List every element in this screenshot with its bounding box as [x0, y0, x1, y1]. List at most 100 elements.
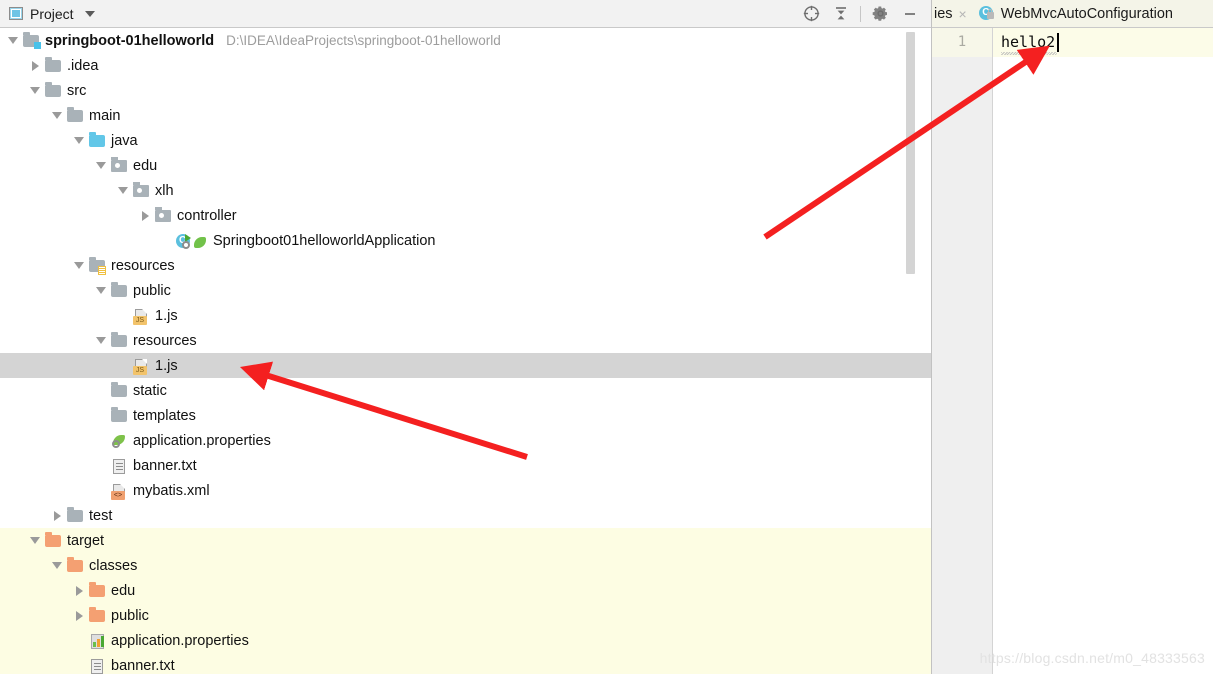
tree-row[interactable]: test [0, 503, 931, 528]
twisty-collapsed-icon[interactable] [136, 203, 154, 228]
settings-gear-icon[interactable] [865, 0, 895, 27]
tree-row[interactable]: templates [0, 403, 931, 428]
tree-row-label: application.properties [111, 632, 249, 649]
js-file-icon: JS [132, 307, 150, 325]
tree-row[interactable]: target [0, 528, 931, 553]
tree-row[interactable]: edu [0, 578, 931, 603]
tree-row-content: target [0, 528, 108, 553]
tree-row[interactable]: springboot-01helloworld D:\IDEA\IdeaProje… [0, 28, 931, 53]
tree-row[interactable]: java [0, 128, 931, 153]
editor-tab-partial-label: ies [934, 5, 953, 22]
tree-row-label: .idea [67, 57, 99, 74]
tree-row-content: edu [0, 153, 161, 178]
tree-row[interactable]: resources [0, 328, 931, 353]
tree-row[interactable]: public [0, 603, 931, 628]
tree-row-content: JS 1.js [0, 303, 182, 328]
tree-row[interactable]: public [0, 278, 931, 303]
spring-properties-icon [110, 432, 128, 450]
tree-row[interactable]: banner.txt [0, 653, 931, 674]
collapse-all-icon[interactable] [826, 0, 856, 27]
tree-row[interactable]: JS 1.js [0, 353, 931, 378]
project-tree[interactable]: springboot-01helloworld D:\IDEA\IdeaProje… [0, 28, 931, 674]
excluded-folder-icon [88, 581, 106, 600]
tree-row-content: application.properties [0, 628, 253, 653]
excluded-folder-icon [44, 531, 62, 550]
twisty-expanded-icon[interactable] [70, 253, 88, 278]
tree-row-label: main [89, 107, 121, 124]
tree-row[interactable]: application.properties [0, 628, 931, 653]
tree-row-content: springboot-01helloworld D:\IDEA\IdeaProje… [0, 28, 501, 53]
tree-row-label: 1.js [155, 307, 178, 324]
tree-row[interactable]: application.properties [0, 428, 931, 453]
idea-window: Project springboot-01helloworld D:\IDEA\… [0, 0, 1213, 674]
twisty-expanded-icon[interactable] [92, 153, 110, 178]
close-icon[interactable]: × [959, 7, 967, 21]
excluded-folder-icon [88, 606, 106, 625]
line-number-1: 1 [932, 28, 992, 57]
twisty-collapsed-icon[interactable] [70, 578, 88, 603]
chevron-down-icon[interactable] [84, 10, 95, 17]
tree-row-content: JS 1.js [0, 353, 182, 378]
java-class-readonly-icon: C [978, 5, 995, 22]
twisty-expanded-icon[interactable] [114, 178, 132, 203]
folder-icon [110, 381, 128, 400]
tree-row[interactable]: controller [0, 203, 931, 228]
tree-row-label: xlh [155, 182, 174, 199]
tree-row-content: resources [0, 328, 201, 353]
twisty-collapsed-icon[interactable] [70, 603, 88, 628]
text-file-icon [88, 657, 106, 674]
tree-row-path-hint: D:\IDEA\IdeaProjects\springboot-01hellow… [226, 33, 501, 48]
module-folder-icon [22, 31, 41, 50]
twisty-expanded-icon[interactable] [92, 328, 110, 353]
folder-icon [44, 56, 62, 75]
tree-row-label: target [67, 532, 105, 549]
twisty-expanded-icon[interactable] [26, 78, 44, 103]
select-opened-file-icon[interactable] [796, 0, 826, 27]
tree-row[interactable]: resources [0, 253, 931, 278]
folder-icon [110, 281, 128, 300]
tree-row[interactable]: banner.txt [0, 453, 931, 478]
twisty-expanded-icon[interactable] [48, 553, 66, 578]
tree-row[interactable]: static [0, 378, 931, 403]
hide-panel-icon[interactable] [895, 0, 925, 27]
tree-row[interactable]: xlh [0, 178, 931, 203]
js-file-icon: JS [132, 357, 150, 375]
editor-tab-webmvcautoconfiguration[interactable]: C WebMvcAutoConfiguration [973, 0, 1179, 27]
tree-row[interactable]: JS 1.js [0, 303, 931, 328]
twisty-expanded-icon[interactable] [48, 103, 66, 128]
project-panel-header: Project [0, 0, 931, 28]
tree-row-label: resources [133, 332, 197, 349]
tree-row[interactable]: C Springboot01helloworldApplication [0, 228, 931, 253]
tree-row[interactable]: .idea [0, 53, 931, 78]
twisty-expanded-icon[interactable] [92, 278, 110, 303]
twisty-expanded-icon[interactable] [26, 528, 44, 553]
editor-code-line[interactable]: hello2 [993, 28, 1213, 57]
project-panel-label: Project [30, 5, 74, 22]
editor-tab-partial[interactable]: ies × [932, 0, 973, 27]
twisty-expanded-icon[interactable] [70, 128, 88, 153]
tree-row[interactable]: edu [0, 153, 931, 178]
twisty-collapsed-icon[interactable] [48, 503, 66, 528]
tree-row-content: banner.txt [0, 453, 201, 478]
toolbar-separator [860, 5, 861, 22]
tree-row-content: xlh [0, 178, 178, 203]
editor-gutter[interactable] [932, 28, 993, 674]
editor-area: ies × C WebMvcAutoConfiguration 1 hello2… [932, 0, 1213, 674]
tree-scrollbar-track[interactable] [906, 28, 923, 674]
twisty-expanded-icon[interactable] [4, 28, 22, 53]
tree-row[interactable]: main [0, 103, 931, 128]
tree-row[interactable]: <> mybatis.xml [0, 478, 931, 503]
folder-icon [110, 406, 128, 425]
tree-row[interactable]: src [0, 78, 931, 103]
resource-root-folder-icon [88, 256, 106, 275]
project-panel-title-group[interactable]: Project [0, 6, 95, 22]
tree-row[interactable]: classes [0, 553, 931, 578]
twisty-collapsed-icon[interactable] [26, 53, 44, 78]
tree-scrollbar-thumb[interactable] [906, 32, 915, 274]
package-icon [110, 156, 128, 175]
